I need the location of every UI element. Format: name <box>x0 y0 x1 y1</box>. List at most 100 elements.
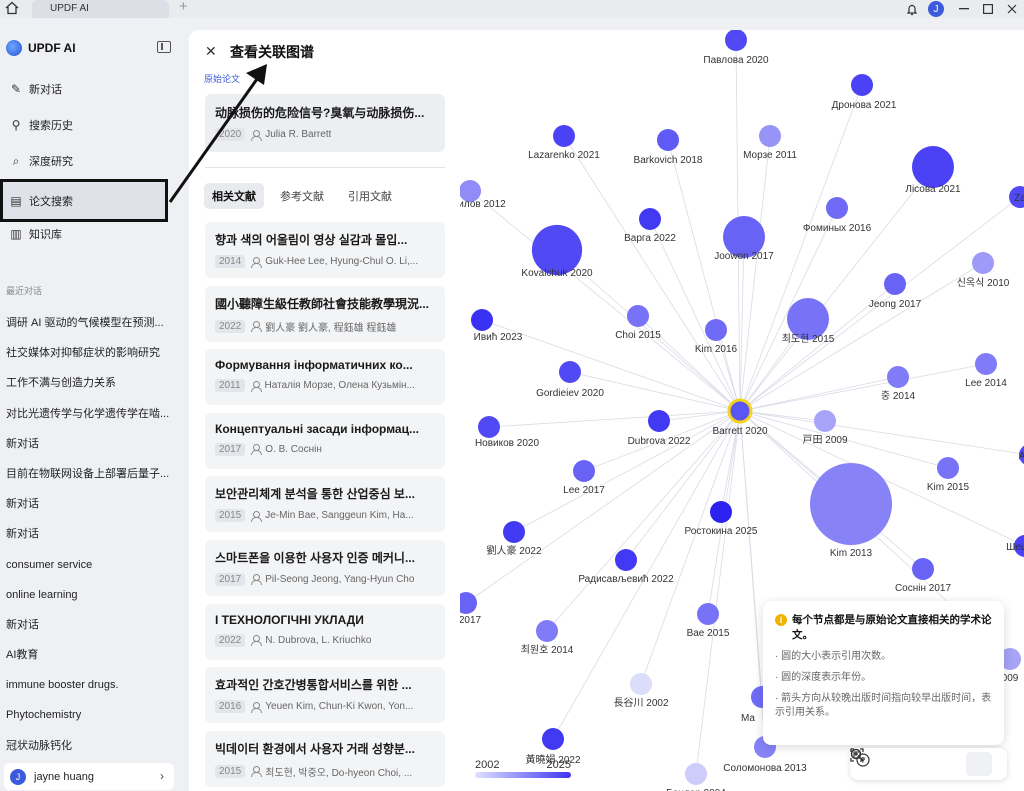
list-item[interactable]: 보안관리체계 분석을 통한 산업중심 보... 2015 Je-Min Bae, … <box>205 476 445 533</box>
history-item[interactable]: 目前在物联网设备上部署后量子... <box>6 459 182 489</box>
history-item[interactable]: 对比光遗传学与化学遗传学在啮... <box>6 399 182 429</box>
history-item[interactable]: 新对话 <box>6 610 182 640</box>
history-item[interactable]: 社交媒体对抑郁症状的影响研究 <box>6 338 182 368</box>
graph-center-node[interactable] <box>727 398 753 424</box>
graph-node[interactable] <box>657 129 679 151</box>
graph-node[interactable] <box>478 416 500 438</box>
graph-node[interactable] <box>814 410 836 432</box>
sidebar: UPDF AI ✎ 新对话 ⚲ 搜索历史 ⌕ 深度研究 ▤ 论文搜索 ▥ 知识库… <box>0 18 188 791</box>
list-item[interactable]: 스마트폰을 이용한 사용자 인증 메커니... 2017 Pil-Seong Je… <box>205 539 445 596</box>
home-icon[interactable] <box>5 1 19 15</box>
graph-node-label: 戸田 2009 <box>802 434 847 446</box>
graph-node[interactable] <box>810 463 892 545</box>
history-item[interactable]: AI教育 <box>6 640 182 670</box>
graph-node[interactable] <box>759 125 781 147</box>
original-paper-card[interactable]: 动脉损伤的危险信号?臭氧与动脉损伤... 2020 Julia R. Barre… <box>205 94 445 152</box>
graph-node-label: Ивић 2023 <box>474 332 523 343</box>
graph-node-label: Joowon 2017 <box>714 251 774 262</box>
graph-info-tooltip: i 每个节点都是与原始论文直接相关的学术论文。 · 圆的大小表示引用次数。 · 圆… <box>763 601 1004 745</box>
year-badge: 2011 <box>215 379 245 393</box>
history-item[interactable]: 冠状动脉钙化 <box>6 731 182 761</box>
graph-node[interactable] <box>937 457 959 479</box>
graph-node[interactable] <box>559 361 581 383</box>
sidebar-item-knowledge-base[interactable]: ▥ 知识库 <box>0 216 168 252</box>
graph-node[interactable] <box>639 208 661 230</box>
list-item[interactable]: Формування інформатичних ко... 2011 Натал… <box>205 349 445 406</box>
year-badge: 2022 <box>215 633 246 647</box>
graph-node[interactable] <box>912 558 934 580</box>
graph-node[interactable] <box>912 146 954 188</box>
person-icon <box>251 766 263 778</box>
telescope-icon: ⌕ <box>12 153 20 168</box>
list-item[interactable]: І ТЕХНОЛОГІЧНІ УКЛАДИ 2022 N. Dubrova, L.… <box>205 603 445 660</box>
history-item[interactable]: Phytochemistry <box>6 700 182 730</box>
history-item[interactable]: consumer service <box>6 550 182 580</box>
graph-node[interactable] <box>615 549 637 571</box>
close-icon[interactable]: ✕ <box>205 43 217 60</box>
citation-graph[interactable]: Павлова 2020 Дронова 2021 Barkovich 2018 La… <box>460 30 1024 791</box>
graph-node[interactable] <box>887 366 909 388</box>
minimize-icon[interactable] <box>952 0 976 18</box>
list-item[interactable]: 빅데이터 환경에서 사용자 거래 성향분... 2015 최도현, 박중오, Do… <box>205 730 445 787</box>
list-item[interactable]: Концептуальні засади інформац... 2017 О. … <box>205 412 445 469</box>
graph-node[interactable] <box>627 305 649 327</box>
bell-icon[interactable] <box>900 0 924 18</box>
tab-references[interactable]: 参考文献 <box>272 183 332 209</box>
history-item[interactable]: 调研 AI 驱动的气候模型在预测... <box>6 308 182 338</box>
graph-edge <box>739 236 745 412</box>
avatar[interactable]: J <box>928 1 944 17</box>
graph-node[interactable] <box>503 521 525 543</box>
help-button[interactable]: ? <box>856 752 992 776</box>
graph-node[interactable] <box>972 252 994 274</box>
sidebar-item-deep-research[interactable]: ⌕ 深度研究 <box>0 143 168 179</box>
graph-node[interactable] <box>573 460 595 482</box>
graph-node[interactable] <box>685 763 707 785</box>
graph-node[interactable] <box>697 603 719 625</box>
graph-edge <box>739 376 899 412</box>
divider <box>205 167 445 168</box>
tab-related[interactable]: 相关文献 <box>204 183 264 209</box>
graph-node[interactable] <box>851 74 873 96</box>
zoom-in-icon[interactable] <box>850 748 922 776</box>
graph-node[interactable] <box>553 125 575 147</box>
graph-node[interactable] <box>471 309 493 331</box>
user-menu[interactable]: J jayne huang › <box>4 763 174 790</box>
graph-node[interactable] <box>542 728 564 750</box>
history-item[interactable]: 新对话 <box>6 489 182 519</box>
list-item[interactable]: 향과 색의 어울림이 영상 실감과 몰입... 2014 Guk-Hee Lee,… <box>205 222 445 278</box>
graph-node[interactable] <box>975 353 997 375</box>
graph-node[interactable] <box>884 273 906 295</box>
results-list: 향과 색의 어울림이 영상 실감과 몰입... 2014 Guk-Hee Lee,… <box>205 222 445 791</box>
legend-gradient <box>475 772 571 778</box>
history-item[interactable]: 新对话 <box>6 519 182 549</box>
graph-node[interactable] <box>710 501 732 523</box>
graph-node-label: Соломонова 2013 <box>723 763 807 774</box>
graph-node[interactable] <box>536 620 558 642</box>
paper-title: Концептуальні засади інформац... <box>215 421 419 436</box>
paper-authors: О. В. Соснін <box>265 443 322 455</box>
graph-node[interactable] <box>630 673 652 695</box>
zoom-out-icon[interactable] <box>850 748 958 776</box>
sidebar-item-search-history[interactable]: ⚲ 搜索历史 <box>0 107 168 143</box>
list-item[interactable]: 효과적인 간호간병통합서비스를 위한 ... 2016 Yeuen Kim, Ch… <box>205 667 445 724</box>
history-item[interactable]: online learning <box>6 580 182 610</box>
graph-node[interactable] <box>826 197 848 219</box>
close-icon[interactable] <box>1000 0 1024 18</box>
graph-node-label: Kim 2015 <box>927 482 970 493</box>
sidebar-item-new-chat[interactable]: ✎ 新对话 <box>0 71 168 107</box>
graph-node[interactable] <box>460 592 477 614</box>
maximize-icon[interactable] <box>976 0 1000 18</box>
tab-citations[interactable]: 引用文献 <box>340 183 400 209</box>
history-item[interactable]: immune booster drugs. <box>6 670 182 700</box>
sidebar-toggle-icon[interactable] <box>157 41 171 53</box>
new-tab-button[interactable]: + <box>179 0 188 14</box>
graph-node[interactable] <box>705 319 727 341</box>
list-item[interactable]: 國小聽障生級任教師社會技能教學現況... 2022 劉人豪 劉人豪, 程鈺雄 程鈺… <box>205 285 445 342</box>
year-legend: 2002 2025 <box>475 759 575 778</box>
history-item[interactable]: 新对话 <box>6 429 182 459</box>
tab-updf-ai[interactable]: UPDF AI <box>32 0 169 18</box>
graph-node[interactable] <box>648 410 670 432</box>
history-item[interactable]: 工作不满与创造力关系 <box>6 368 182 398</box>
graph-node[interactable] <box>725 30 747 51</box>
graph-node-label: Gordieiev 2020 <box>536 388 604 399</box>
